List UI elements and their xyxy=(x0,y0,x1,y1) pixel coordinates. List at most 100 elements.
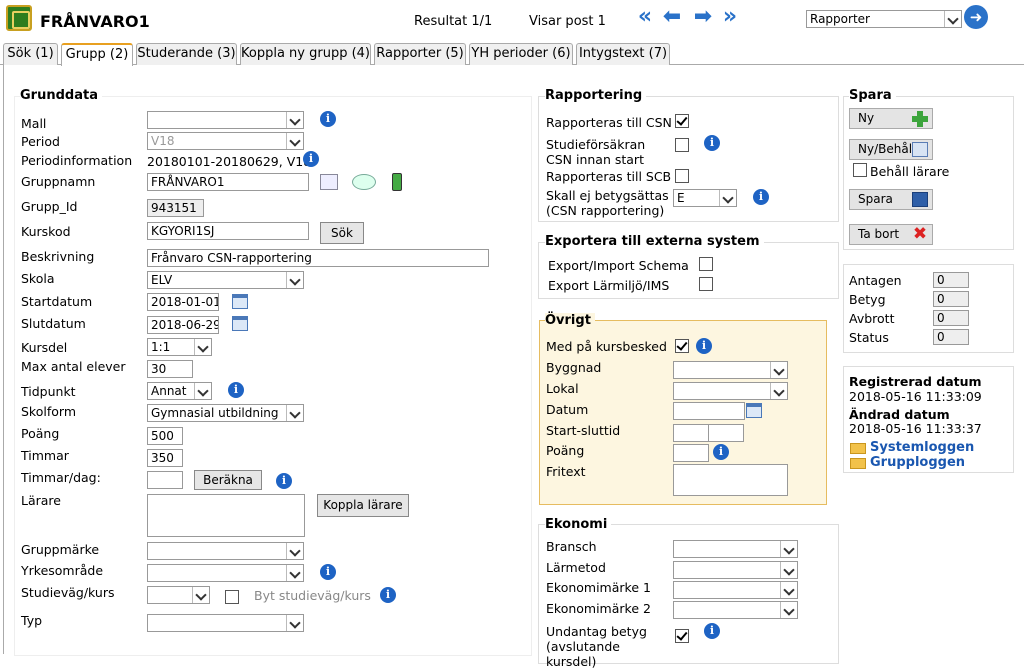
chat-icon[interactable] xyxy=(352,174,376,190)
go-arrow-icon[interactable]: ➜ xyxy=(964,5,988,29)
ovrigt-poang-label: Poäng xyxy=(546,443,585,458)
tab-sok[interactable]: Sök (1) xyxy=(3,43,58,65)
systemloggen-link[interactable]: Systemloggen xyxy=(870,440,974,455)
next-record-icon[interactable]: ➡ xyxy=(690,6,716,28)
gruppnamn-label: Gruppnamn xyxy=(21,174,96,189)
info-icon[interactable]: i xyxy=(704,135,720,151)
lokal-select[interactable] xyxy=(673,382,788,400)
yrkesomrade-select[interactable] xyxy=(147,564,304,582)
gruppnamn-input[interactable]: FRÅNVARO1 xyxy=(147,173,309,191)
kurskod-label: Kurskod xyxy=(21,224,71,239)
larare-label: Lärare xyxy=(21,493,61,508)
betyg-stat-label: Betyg xyxy=(849,292,886,307)
plus-icon xyxy=(912,111,928,127)
ekonomimarke2-select[interactable] xyxy=(673,601,798,619)
info-icon[interactable]: i xyxy=(276,473,292,489)
bransch-select[interactable] xyxy=(673,540,798,558)
byt-studievag-checkbox[interactable] xyxy=(225,590,239,604)
timmar-dag-label: Timmar/dag: xyxy=(21,470,101,485)
csn-checkbox[interactable] xyxy=(675,114,689,128)
timmar-dag-input[interactable] xyxy=(147,471,183,489)
undantag-checkbox[interactable] xyxy=(675,629,689,643)
tab-grupp[interactable]: Grupp (2) xyxy=(61,43,133,66)
calendar-icon[interactable] xyxy=(232,316,248,331)
ta-bort-button[interactable]: Ta bort ✖ xyxy=(849,224,933,245)
kursdel-select[interactable]: 1:1 xyxy=(147,338,212,356)
grupploggen-link[interactable]: Grupploggen xyxy=(870,455,965,470)
ny-button[interactable]: Ny xyxy=(849,108,933,129)
status-value: 0 xyxy=(933,329,969,345)
periodinfo-value: 20180101-20180629, V18 xyxy=(147,154,312,169)
info-icon[interactable]: i xyxy=(696,338,712,354)
info-icon[interactable]: i xyxy=(753,189,769,205)
registrerad-label: Registrerad datum xyxy=(849,374,982,389)
tidpunkt-select[interactable]: Annat xyxy=(147,382,212,400)
mall-select[interactable] xyxy=(147,111,304,129)
startdatum-label: Startdatum xyxy=(21,294,93,309)
studievag-select[interactable] xyxy=(147,586,210,604)
sluttid-input[interactable] xyxy=(708,424,744,442)
period-select[interactable]: V18 xyxy=(147,132,304,150)
info-icon[interactable]: i xyxy=(320,564,336,580)
save-icon xyxy=(912,192,928,207)
startdatum-input[interactable]: 2018-01-01 xyxy=(147,293,219,311)
info-icon[interactable]: i xyxy=(320,111,336,127)
betyg-select[interactable]: E xyxy=(673,189,737,207)
berakna-button[interactable]: Beräkna xyxy=(194,470,262,490)
report-select[interactable]: Rapporter xyxy=(806,10,962,28)
kursbesked-checkbox[interactable] xyxy=(675,339,689,353)
calendar-icon[interactable] xyxy=(746,403,762,418)
calendar-icon[interactable] xyxy=(232,294,248,309)
kursbesked-label: Med på kursbesked xyxy=(546,339,667,354)
tab-yh-perioder[interactable]: YH perioder (6) xyxy=(469,43,573,65)
grunddata-title: Grunddata xyxy=(20,88,102,103)
fritext-textarea[interactable] xyxy=(673,464,788,496)
timmar-input[interactable]: 350 xyxy=(147,449,183,467)
koppla-larare-button[interactable]: Koppla lärare xyxy=(317,494,409,517)
max-elever-input[interactable]: 30 xyxy=(147,360,193,378)
schema-checkbox[interactable] xyxy=(699,257,713,271)
sok-button[interactable]: Sök xyxy=(320,222,364,244)
bransch-label: Bransch xyxy=(546,539,597,554)
ny-behall-button[interactable]: Ny/Behåll xyxy=(849,139,933,160)
phone-icon[interactable] xyxy=(392,173,402,191)
info-icon[interactable]: i xyxy=(303,151,319,167)
larare-textarea[interactable] xyxy=(147,494,305,537)
top-bar: FRÅNVARO1 Resultat 1/1 Visar post 1 « ⬅ … xyxy=(0,0,1024,42)
kurskod-input[interactable]: KGYORI1SJ xyxy=(147,222,309,240)
typ-select[interactable] xyxy=(147,614,304,632)
first-record-icon[interactable]: « xyxy=(632,6,658,28)
periodinfo-label: Periodinformation xyxy=(21,153,133,168)
studieforsakran-checkbox[interactable] xyxy=(675,138,689,152)
gruppmarke-select[interactable] xyxy=(147,542,304,560)
skolform-select[interactable]: Gymnasial utbildning xyxy=(147,404,304,422)
info-icon[interactable]: i xyxy=(380,587,396,603)
tab-intygstext[interactable]: Intygstext (7) xyxy=(576,43,670,65)
ekonomimarke1-select[interactable] xyxy=(673,581,798,599)
last-record-icon[interactable]: » xyxy=(717,6,743,28)
spara-button[interactable]: Spara xyxy=(849,189,933,210)
andrad-label: Ändrad datum xyxy=(849,407,950,422)
tab-rapporter[interactable]: Rapporter (5) xyxy=(374,43,466,65)
card-icon[interactable] xyxy=(320,174,338,190)
info-icon[interactable]: i xyxy=(704,623,720,639)
info-icon[interactable]: i xyxy=(713,444,729,460)
ovrigt-poang-input[interactable] xyxy=(673,444,709,462)
previous-record-icon[interactable]: ⬅ xyxy=(659,6,685,28)
poang-input[interactable]: 500 xyxy=(147,427,183,445)
info-icon[interactable]: i xyxy=(228,382,244,398)
behall-larare-checkbox[interactable] xyxy=(853,163,867,177)
skola-select[interactable]: ELV xyxy=(147,271,304,289)
scb-checkbox[interactable] xyxy=(675,169,689,183)
tab-studerande[interactable]: Studerande (3) xyxy=(136,43,237,65)
beskrivning-input[interactable]: Frånvaro CSN-rapportering xyxy=(147,249,489,267)
behall-larare-label: Behåll lärare xyxy=(870,164,950,179)
starttid-input[interactable] xyxy=(673,424,709,442)
slutdatum-input[interactable]: 2018-06-29 xyxy=(147,316,219,334)
byggnad-select[interactable] xyxy=(673,361,788,379)
datum-input[interactable] xyxy=(673,402,745,420)
larmetod-select[interactable] xyxy=(673,561,798,579)
larmiljo-checkbox[interactable] xyxy=(699,277,713,291)
tab-koppla-ny-grupp[interactable]: Koppla ny grupp (4) xyxy=(240,43,371,65)
grupp-id-label: Grupp_Id xyxy=(21,199,78,214)
